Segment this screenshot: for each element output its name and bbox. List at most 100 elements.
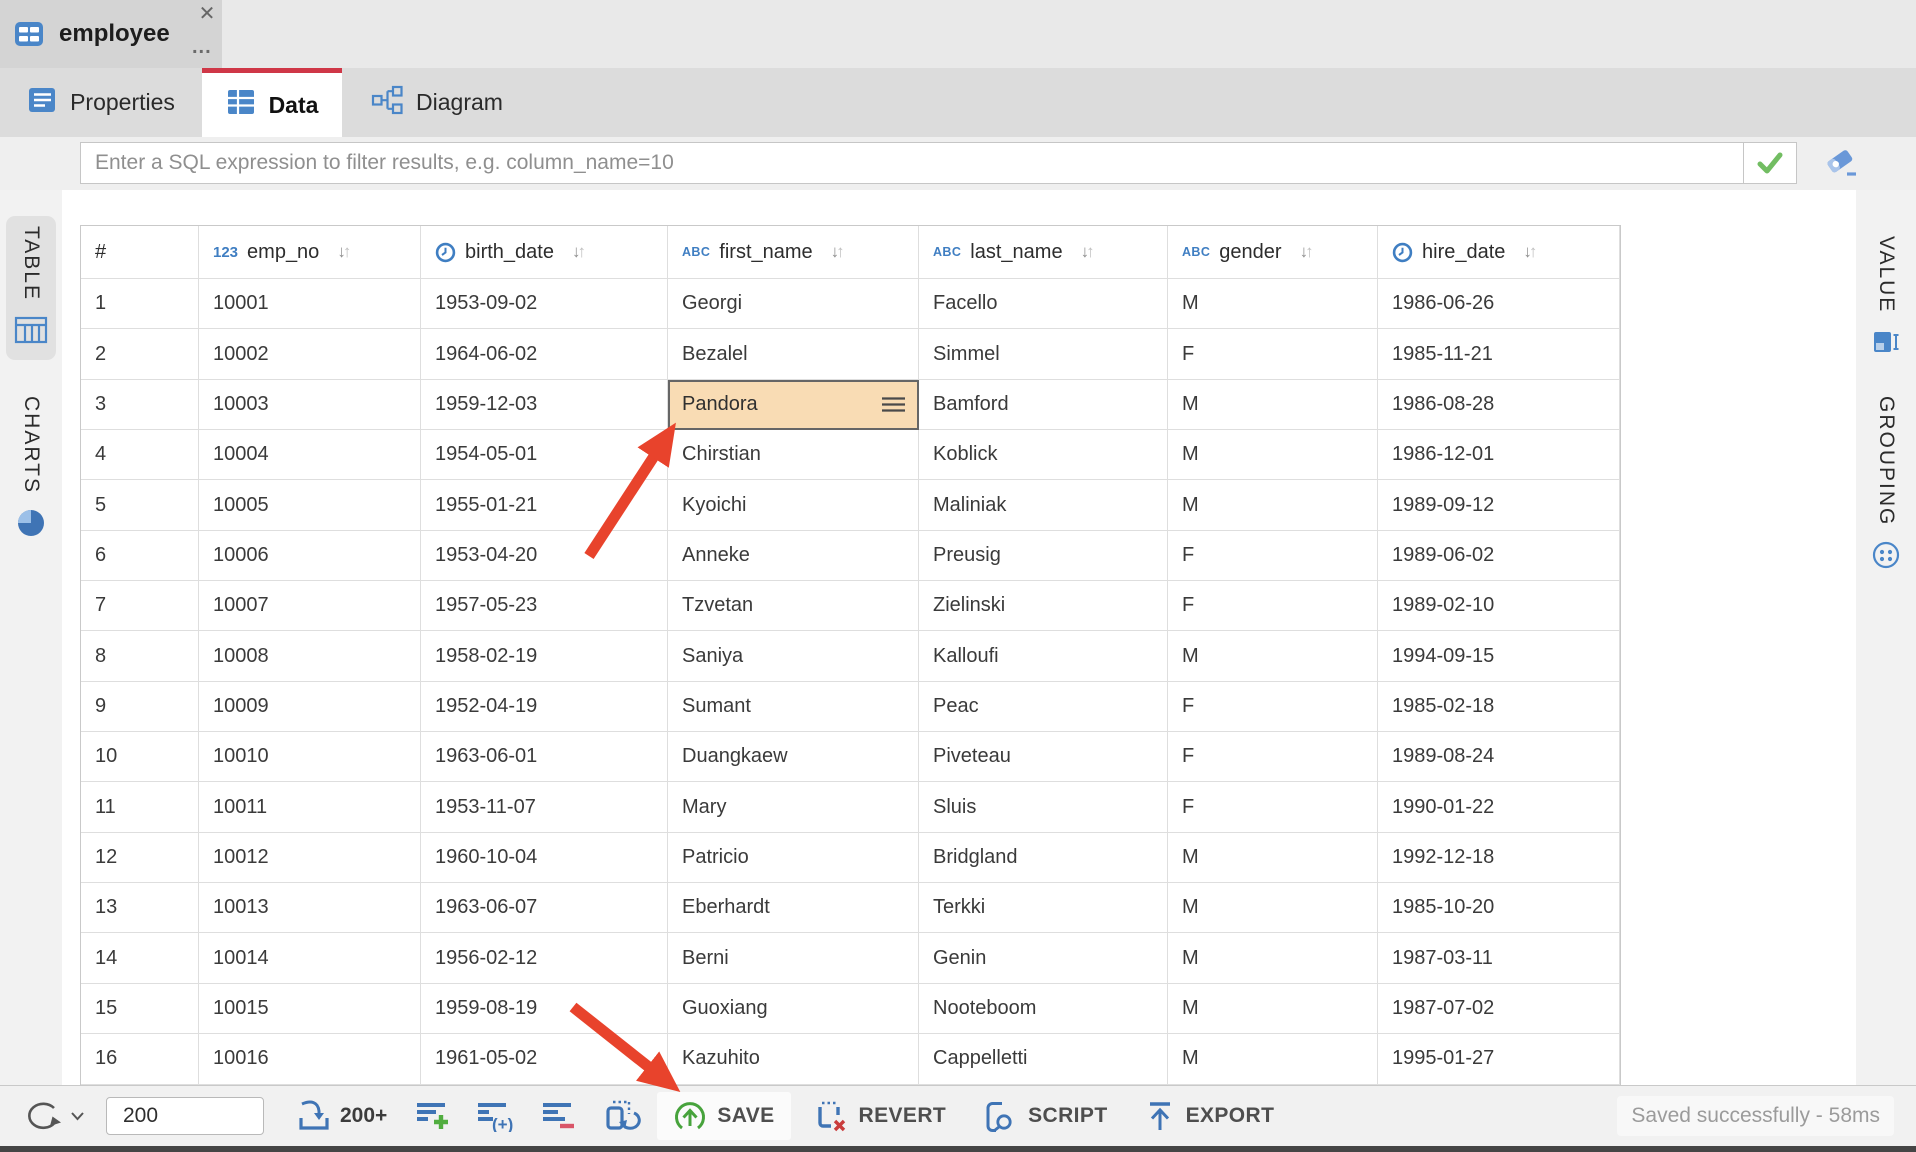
data-cell[interactable]: 10013 xyxy=(199,883,421,933)
data-cell[interactable]: Bamford xyxy=(919,380,1168,430)
data-cell[interactable]: M xyxy=(1168,984,1378,1034)
clear-filter-button[interactable] xyxy=(1822,145,1862,181)
data-cell[interactable]: Zielinski xyxy=(919,581,1168,631)
sql-filter-input[interactable]: Enter a SQL expression to filter results… xyxy=(80,142,1797,184)
data-cell[interactable]: 1963-06-07 xyxy=(421,883,668,933)
column-header-birth_date[interactable]: birth_date↓↑ xyxy=(421,226,668,279)
data-cell[interactable]: Georgi xyxy=(668,279,919,329)
data-cell[interactable]: Simmel xyxy=(919,329,1168,379)
data-cell[interactable]: 10001 xyxy=(199,279,421,329)
data-cell[interactable]: Duangkaew xyxy=(668,732,919,782)
data-cell[interactable]: Patricio xyxy=(668,833,919,883)
data-cell[interactable]: 1985-02-18 xyxy=(1378,682,1620,732)
data-cell[interactable]: 10008 xyxy=(199,631,421,681)
data-cell[interactable]: 1990-01-22 xyxy=(1378,782,1620,832)
data-cell[interactable]: 1989-09-12 xyxy=(1378,480,1620,530)
data-cell[interactable]: Mary xyxy=(668,782,919,832)
data-cell[interactable]: Peac xyxy=(919,682,1168,732)
row-limit-input[interactable]: 200 xyxy=(106,1097,264,1135)
fetch-more-button[interactable]: 200+ xyxy=(294,1099,387,1133)
selected-cell[interactable]: Pandora xyxy=(668,380,919,430)
duplicate-row-button[interactable]: (+) xyxy=(475,1096,515,1136)
refresh-button[interactable] xyxy=(20,1097,84,1135)
sort-icon[interactable]: ↓↑ xyxy=(1300,242,1314,262)
revert-button[interactable]: REVERT xyxy=(813,1099,947,1133)
data-cell[interactable]: Genin xyxy=(919,933,1168,983)
data-cell[interactable]: F xyxy=(1168,329,1378,379)
data-cell[interactable]: 10002 xyxy=(199,329,421,379)
tab-employee[interactable]: employee ✕ ... xyxy=(0,0,222,68)
data-cell[interactable]: Kyoichi xyxy=(668,480,919,530)
row-number[interactable]: 3 xyxy=(81,380,199,430)
data-cell[interactable]: 1987-03-11 xyxy=(1378,933,1620,983)
column-header-hire_date[interactable]: hire_date↓↑ xyxy=(1378,226,1620,279)
data-cell[interactable]: Anneke xyxy=(668,531,919,581)
data-cell[interactable]: 1995-01-27 xyxy=(1378,1034,1620,1084)
cell-menu-icon[interactable] xyxy=(880,395,907,414)
add-row-button[interactable] xyxy=(413,1096,453,1136)
data-cell[interactable]: Guoxiang xyxy=(668,984,919,1034)
data-cell[interactable]: Preusig xyxy=(919,531,1168,581)
data-cell[interactable]: 1963-06-01 xyxy=(421,732,668,782)
panel-tab-grouping[interactable]: GROUPING xyxy=(1871,386,1901,585)
panel-tab-value[interactable]: VALUE xyxy=(1871,226,1901,372)
apply-filter-button[interactable] xyxy=(1743,143,1796,183)
data-cell[interactable]: 1986-06-26 xyxy=(1378,279,1620,329)
data-cell[interactable]: 10011 xyxy=(199,782,421,832)
column-header-first_name[interactable]: ABCfirst_name↓↑ xyxy=(668,226,919,279)
delete-row-button[interactable] xyxy=(539,1096,579,1136)
data-cell[interactable]: 10016 xyxy=(199,1034,421,1084)
data-cell[interactable]: 1959-08-19 xyxy=(421,984,668,1034)
column-header-rownum[interactable]: # xyxy=(81,226,199,279)
tab-diagram[interactable]: Diagram xyxy=(342,68,532,137)
data-cell[interactable]: 1985-10-20 xyxy=(1378,883,1620,933)
row-number[interactable]: 13 xyxy=(81,883,199,933)
sort-icon[interactable]: ↓↑ xyxy=(1523,242,1537,262)
data-cell[interactable]: 10003 xyxy=(199,380,421,430)
data-cell[interactable]: 1952-04-19 xyxy=(421,682,668,732)
data-cell[interactable]: 1961-05-02 xyxy=(421,1034,668,1084)
sort-icon[interactable]: ↓↑ xyxy=(831,242,845,262)
data-cell[interactable]: 10010 xyxy=(199,732,421,782)
data-cell[interactable]: Tzvetan xyxy=(668,581,919,631)
data-cell[interactable]: M xyxy=(1168,1034,1378,1084)
data-cell[interactable]: 10009 xyxy=(199,682,421,732)
data-cell[interactable]: Berni xyxy=(668,933,919,983)
row-number[interactable]: 12 xyxy=(81,833,199,883)
data-cell[interactable]: 10005 xyxy=(199,480,421,530)
data-cell[interactable]: 1989-02-10 xyxy=(1378,581,1620,631)
row-number[interactable]: 10 xyxy=(81,732,199,782)
row-number[interactable]: 2 xyxy=(81,329,199,379)
panel-tab-table[interactable]: TABLE xyxy=(6,216,56,360)
data-cell[interactable]: Facello xyxy=(919,279,1168,329)
row-number[interactable]: 16 xyxy=(81,1034,199,1084)
data-cell[interactable]: Cappelletti xyxy=(919,1034,1168,1084)
data-cell[interactable]: 1957-05-23 xyxy=(421,581,668,631)
data-cell[interactable]: Maliniak xyxy=(919,480,1168,530)
data-cell[interactable]: 1987-07-02 xyxy=(1378,984,1620,1034)
data-cell[interactable]: 1992-12-18 xyxy=(1378,833,1620,883)
data-cell[interactable]: 10004 xyxy=(199,430,421,480)
row-number[interactable]: 15 xyxy=(81,984,199,1034)
script-button[interactable]: SCRIPT xyxy=(980,1099,1107,1133)
data-cell[interactable]: 1994-09-15 xyxy=(1378,631,1620,681)
data-cell[interactable]: M xyxy=(1168,480,1378,530)
sort-icon[interactable]: ↓↑ xyxy=(572,242,586,262)
data-cell[interactable]: 1964-06-02 xyxy=(421,329,668,379)
data-cell[interactable]: Saniya xyxy=(668,631,919,681)
data-cell[interactable]: Koblick xyxy=(919,430,1168,480)
tab-overflow-icon[interactable]: ... xyxy=(192,36,212,59)
data-cell[interactable]: 1958-02-19 xyxy=(421,631,668,681)
data-cell[interactable]: 1989-08-24 xyxy=(1378,732,1620,782)
data-cell[interactable]: 1953-09-02 xyxy=(421,279,668,329)
data-cell[interactable]: 10012 xyxy=(199,833,421,883)
data-cell[interactable]: Chirstian xyxy=(668,430,919,480)
data-cell[interactable]: Bezalel xyxy=(668,329,919,379)
data-cell[interactable]: 1989-06-02 xyxy=(1378,531,1620,581)
data-cell[interactable]: Terkki xyxy=(919,883,1168,933)
data-cell[interactable]: 1955-01-21 xyxy=(421,480,668,530)
close-icon[interactable]: ✕ xyxy=(194,2,220,26)
data-cell[interactable]: M xyxy=(1168,933,1378,983)
data-cell[interactable]: F xyxy=(1168,581,1378,631)
panel-tab-charts[interactable]: CHARTS xyxy=(16,386,46,553)
